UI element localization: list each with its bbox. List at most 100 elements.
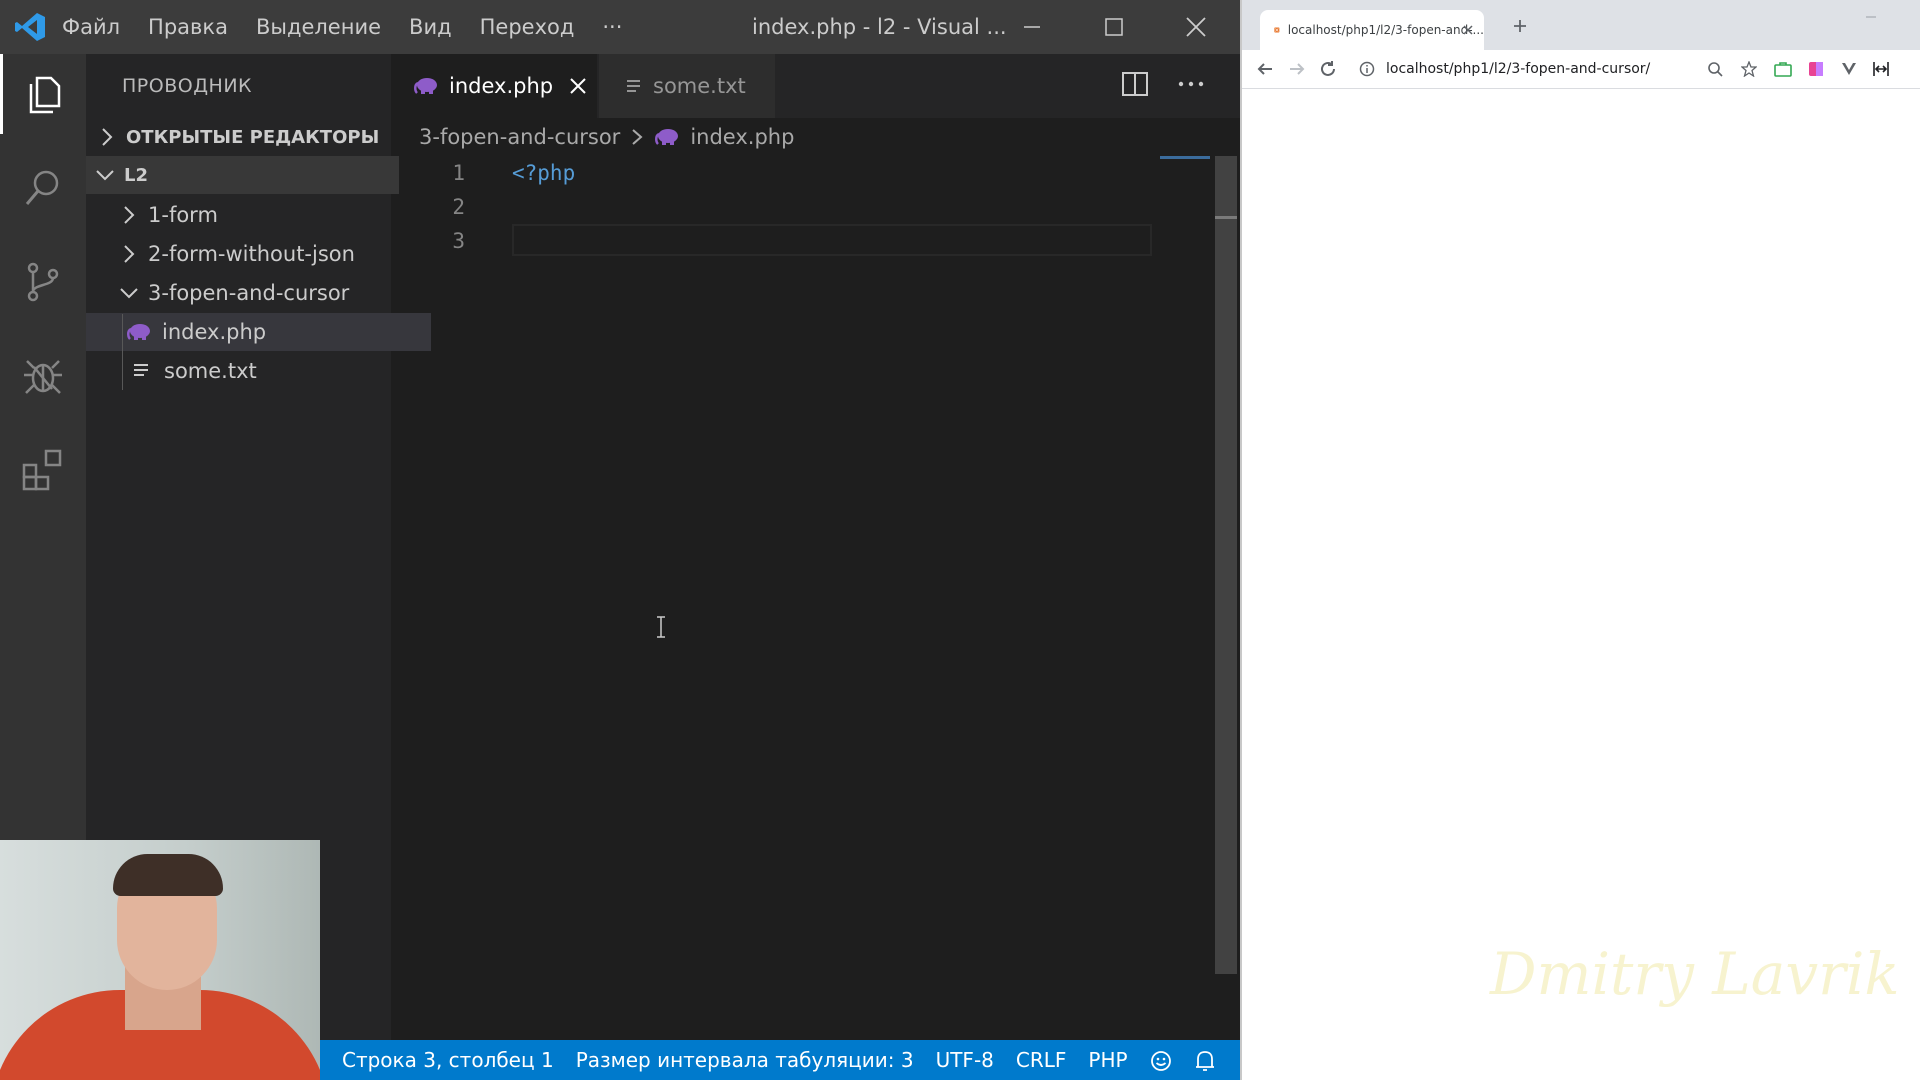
menu-edit[interactable]: Правка — [148, 15, 228, 39]
menu-file[interactable]: Файл — [62, 15, 120, 39]
close-tab-icon[interactable] — [1462, 24, 1474, 36]
menu-more[interactable]: ··· — [602, 15, 622, 39]
debug-icon — [24, 360, 62, 394]
minimap[interactable] — [1160, 156, 1210, 159]
feedback-button[interactable] — [1150, 1048, 1172, 1073]
chevron-down-icon — [96, 170, 114, 181]
close-window-button[interactable] — [1166, 0, 1226, 54]
tree-folder-open[interactable]: 3-fopen-and-cursor — [86, 274, 423, 312]
workspace-root[interactable]: L2 — [86, 156, 399, 194]
person-hair — [113, 854, 223, 896]
code-line[interactable] — [512, 224, 575, 258]
info-icon — [1359, 61, 1375, 77]
browser-tab-strip: localhost/php1/l2/3-fopen-and-... — [1242, 0, 1920, 50]
line-number-gutter: 1 2 3 — [391, 156, 491, 258]
menu-selection[interactable]: Выделение — [256, 15, 381, 39]
notifications-button[interactable] — [1194, 1047, 1216, 1073]
status-bar: Строка 3, столбец 1 Размер интервала таб… — [320, 1040, 1240, 1080]
browser-tab-title: localhost/php1/l2/3-fopen-and-... — [1287, 23, 1484, 37]
tab-some-txt[interactable]: some.txt — [599, 54, 775, 118]
file-label: some.txt — [164, 359, 257, 383]
vscode-window: Файл Правка Выделение Вид Переход ··· in… — [0, 0, 1240, 1080]
extension-button[interactable] — [1772, 58, 1794, 80]
breadcrumb-folder[interactable]: 3-fopen-and-cursor — [419, 125, 620, 149]
debug-activity[interactable] — [0, 336, 86, 416]
extensions-icon — [22, 449, 62, 491]
tree-folder[interactable]: 2-form-without-json — [86, 235, 423, 273]
explorer-activity[interactable] — [0, 54, 86, 134]
back-button[interactable] — [1254, 58, 1276, 80]
scrollbar-cursor-marker — [1215, 216, 1237, 219]
editor-tabs: index.php some.txt — [391, 54, 1240, 118]
folder-label: 1-form — [148, 203, 218, 227]
minimize-icon[interactable] — [1864, 10, 1878, 24]
cursor-position[interactable]: Строка 3, столбец 1 — [342, 1048, 554, 1072]
split-editor-button[interactable] — [1121, 70, 1149, 102]
chevron-right-icon — [124, 245, 135, 263]
smiley-icon — [1150, 1051, 1171, 1072]
text-file-icon — [627, 80, 640, 92]
extension-green-icon — [1774, 62, 1792, 77]
forward-button[interactable] — [1286, 58, 1308, 80]
workspace-root-label: L2 — [124, 164, 148, 186]
editor-scrollbar[interactable] — [1215, 156, 1237, 974]
files-icon — [29, 76, 60, 114]
bookmark-button[interactable] — [1738, 58, 1760, 80]
extension-button[interactable] — [1870, 58, 1892, 80]
source-control-activity[interactable] — [0, 242, 86, 322]
extensions-activity[interactable] — [0, 430, 86, 510]
minimize-button[interactable] — [1002, 0, 1062, 54]
star-icon — [1741, 61, 1757, 77]
tab-size[interactable]: Размер интервала табуляции: 3 — [576, 1048, 914, 1072]
close-icon — [1186, 17, 1206, 37]
open-editors-label: ОТКРЫТЫЕ РЕДАКТОРЫ — [126, 126, 380, 148]
webcam-overlay — [0, 840, 320, 1080]
file-label: index.php — [162, 320, 267, 344]
new-tab-icon[interactable] — [1512, 18, 1528, 34]
reload-button[interactable] — [1317, 58, 1339, 80]
end-of-line[interactable]: CRLF — [1016, 1048, 1067, 1072]
breadcrumb-file[interactable]: index.php — [690, 125, 794, 149]
menu-view[interactable]: Вид — [409, 15, 452, 39]
arrow-left-icon — [1257, 63, 1272, 75]
encoding[interactable]: UTF-8 — [936, 1048, 994, 1072]
tree-file-some-txt[interactable]: some.txt — [86, 352, 437, 390]
browser-window: localhost/php1/l2/3-fopen-and-... localh… — [1240, 0, 1920, 1080]
favicon-icon — [1274, 27, 1280, 33]
reload-icon — [1321, 61, 1335, 76]
tab-index-php[interactable]: index.php — [391, 54, 597, 118]
folder-label: 2-form-without-json — [148, 242, 355, 266]
title-bar: Файл Правка Выделение Вид Переход ··· in… — [0, 0, 1240, 54]
chevron-right-icon — [632, 129, 643, 145]
zoom-button[interactable] — [1704, 58, 1726, 80]
code-line[interactable] — [512, 190, 575, 224]
line-number: 3 — [452, 229, 465, 253]
extension-button[interactable] — [1838, 58, 1860, 80]
address-bar[interactable]: localhost/php1/l2/3-fopen-and-cursor/ — [1386, 54, 1786, 84]
extension-color-icon — [1809, 62, 1823, 76]
code-editor[interactable]: <?php — [512, 156, 575, 258]
tree-folder[interactable]: 1-form — [86, 196, 423, 234]
chevron-right-icon — [124, 206, 135, 224]
site-info-button[interactable] — [1356, 58, 1378, 80]
close-tab-icon[interactable] — [569, 77, 587, 95]
search-activity[interactable] — [0, 148, 86, 228]
maximize-button[interactable] — [1084, 0, 1144, 54]
breadcrumb: 3-fopen-and-cursor index.php — [419, 118, 794, 156]
menu-go[interactable]: Переход — [480, 15, 575, 39]
browser-tab[interactable]: localhost/php1/l2/3-fopen-and-... — [1260, 10, 1484, 50]
code-line[interactable]: <?php — [512, 156, 575, 190]
more-actions-button[interactable] — [1177, 70, 1205, 102]
page-content — [1242, 89, 1920, 1080]
more-icon — [1178, 81, 1204, 87]
line-number: 2 — [452, 195, 465, 219]
watermark-signature: Dmitry Lavrik — [1490, 940, 1900, 1008]
php-elephant-icon — [655, 129, 679, 145]
chevron-right-icon — [102, 128, 113, 146]
extension-button[interactable] — [1805, 58, 1827, 80]
explorer-title: ПРОВОДНИК — [122, 75, 253, 97]
tree-file-index-php[interactable]: index.php — [86, 313, 431, 351]
php-elephant-icon — [414, 78, 437, 94]
language-mode[interactable]: PHP — [1088, 1048, 1127, 1072]
open-editors-section[interactable]: ОТКРЫТЫЕ РЕДАКТОРЫ — [86, 118, 401, 156]
